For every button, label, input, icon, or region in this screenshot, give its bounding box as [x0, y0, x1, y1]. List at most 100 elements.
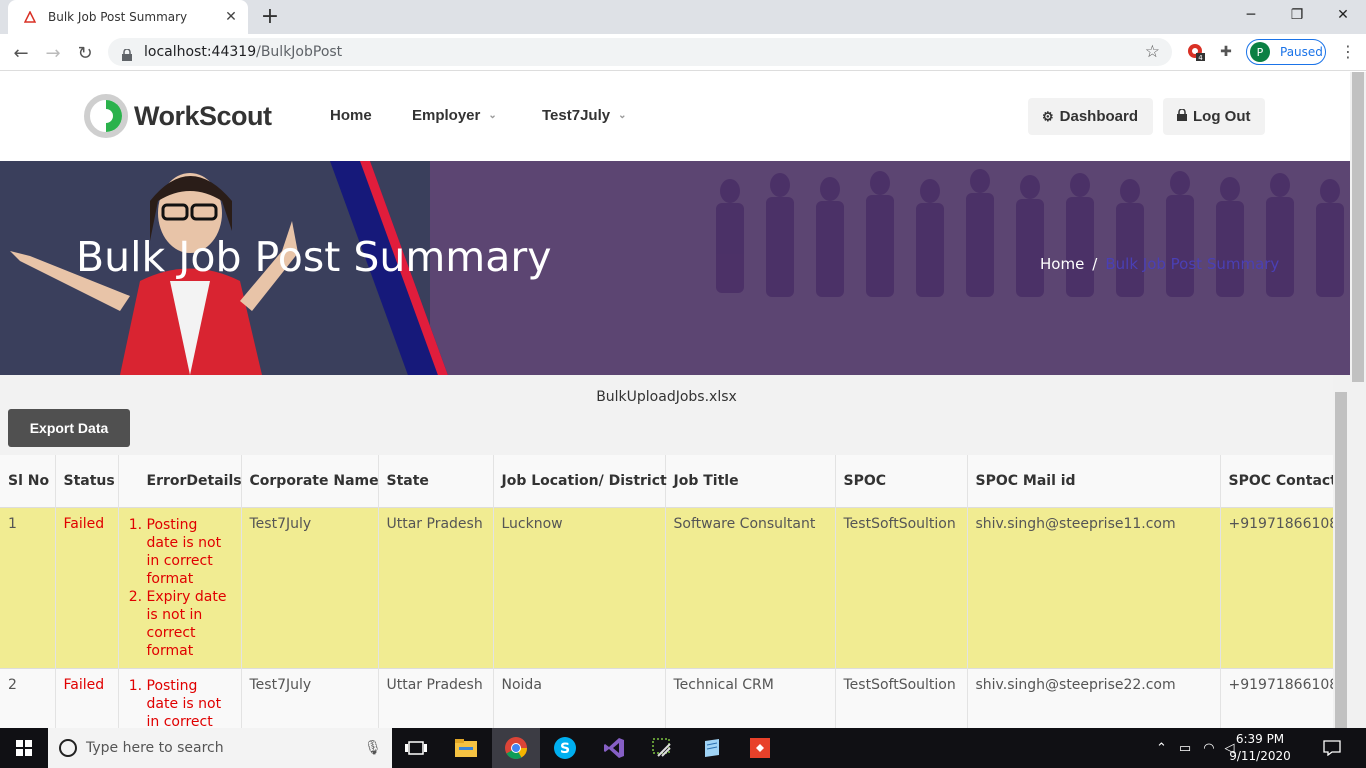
- table-scrollbar[interactable]: [1333, 375, 1350, 728]
- clock-date: 9/11/2020: [1229, 749, 1291, 763]
- address-bar[interactable]: localhost:44319/BulkJobPost ☆: [108, 38, 1172, 66]
- export-data-button[interactable]: Export Data: [8, 409, 130, 447]
- system-tray: ⌃ ▭ ◠ ◁: [1156, 728, 1235, 768]
- breadcrumb-home[interactable]: Home: [1040, 255, 1084, 273]
- git-icon[interactable]: [736, 728, 784, 768]
- bookmark-star-icon[interactable]: ☆: [1145, 42, 1160, 62]
- col-job-location[interactable]: Job Location/ District: [493, 455, 667, 507]
- forward-button[interactable]: →: [40, 40, 66, 66]
- search-placeholder: Type here to search: [86, 740, 224, 756]
- cell-sl: 1: [0, 506, 56, 668]
- cell-corporate: Test7July: [241, 667, 379, 728]
- logo-text: WorkScout: [134, 100, 272, 131]
- start-button[interactable]: [0, 728, 48, 768]
- summary-content: BulkUploadJobs.xlsx Export Data Sl No St…: [0, 375, 1350, 728]
- site-logo[interactable]: WorkScout: [84, 94, 272, 138]
- battery-icon[interactable]: ▭: [1179, 741, 1191, 756]
- lock-icon: [122, 46, 132, 61]
- browser-tab-strip: Bulk Job Post Summary ✕ + ─ ❐ ✕: [0, 0, 1366, 34]
- logout-button[interactable]: Log Out: [1163, 98, 1265, 135]
- col-job-title[interactable]: Job Title: [665, 455, 836, 507]
- cell-location: Noida: [493, 667, 666, 728]
- browser-tab[interactable]: Bulk Job Post Summary ✕: [8, 0, 248, 34]
- task-view-icon[interactable]: [392, 728, 440, 768]
- page-banner: Bulk Job Post Summary Home / Bulk Job Post…: [0, 161, 1350, 375]
- lock-icon: [1177, 108, 1187, 124]
- reload-button[interactable]: ↻: [72, 40, 98, 66]
- status-badge: Failed: [55, 667, 119, 728]
- search-icon: [59, 739, 77, 757]
- chevron-up-icon[interactable]: ⌃: [1156, 741, 1167, 756]
- close-window-button[interactable]: ✕: [1320, 0, 1366, 30]
- cell-job-title: Technical CRM: [665, 667, 836, 728]
- notepad-icon[interactable]: [688, 728, 736, 768]
- puzzle-extensions-icon[interactable]: ✚: [1216, 42, 1236, 62]
- error-list: Posting date is not in correct format Ex…: [127, 516, 233, 660]
- notification-icon[interactable]: [1310, 728, 1354, 768]
- nav-test7july[interactable]: Test7July ⌄: [542, 107, 626, 124]
- snipping-tool-icon[interactable]: [638, 728, 686, 768]
- cell-spoc: TestSoftSoultion: [835, 667, 968, 728]
- breadcrumb: Home / Bulk Job Post Summary: [1040, 255, 1280, 273]
- col-status[interactable]: Status: [55, 455, 119, 507]
- menu-dots-icon[interactable]: ⋮: [1340, 42, 1356, 61]
- close-tab-icon[interactable]: ✕: [222, 9, 240, 25]
- profile-status: Paused: [1280, 45, 1323, 59]
- col-spoc[interactable]: SPOC: [835, 455, 968, 507]
- extension-icon[interactable]: 4: [1186, 42, 1206, 62]
- visual-studio-icon[interactable]: [590, 728, 638, 768]
- uploaded-filename: BulkUploadJobs.xlsx: [596, 389, 737, 405]
- error-item: Posting date is not in correct format: [147, 516, 233, 588]
- url-text: localhost:44319/BulkJobPost: [144, 44, 343, 60]
- site-header: WorkScout Home Employer ⌄ Test7July ⌄ ⚙ Das…: [0, 72, 1350, 161]
- breadcrumb-current: Bulk Job Post Summary: [1105, 255, 1280, 273]
- cell-spoc-contact: +919718661083: [1220, 667, 1333, 728]
- col-spoc-contact[interactable]: SPOC Contact: [1220, 455, 1333, 507]
- browser-toolbar: ← → ↻ localhost:44319/BulkJobPost ☆ 4 ✚ …: [0, 34, 1366, 71]
- nav-home[interactable]: Home: [330, 107, 372, 124]
- error-list: Posting date is not in correct format: [127, 677, 233, 729]
- website: WorkScout Home Employer ⌄ Test7July ⌄ ⚙ Das…: [0, 72, 1350, 728]
- status-badge: Failed: [55, 506, 119, 668]
- file-explorer-icon[interactable]: [442, 728, 490, 768]
- summary-table-wrapper: Sl No Status ErrorDetails Corporate Name…: [0, 455, 1333, 728]
- cell-errors: Posting date is not in correct format Ex…: [118, 506, 242, 668]
- minimize-button[interactable]: ─: [1228, 0, 1274, 30]
- col-state[interactable]: State: [378, 455, 494, 507]
- tab-title: Bulk Job Post Summary: [48, 10, 188, 24]
- new-tab-button[interactable]: +: [258, 4, 282, 29]
- page-title: Bulk Job Post Summary: [76, 233, 552, 281]
- table-row: 2 Failed Posting date is not in correct …: [0, 667, 1333, 729]
- cell-sl: 2: [0, 667, 56, 728]
- error-item: Posting date is not in correct format: [147, 677, 233, 729]
- taskbar-clock[interactable]: 6:39 PM 9/11/2020: [1224, 731, 1296, 765]
- page-scrollbar[interactable]: [1350, 72, 1366, 728]
- microphone-icon[interactable]: 🎙: [364, 740, 382, 756]
- chevron-down-icon: ⌄: [488, 110, 497, 121]
- chrome-icon[interactable]: [492, 728, 540, 768]
- restore-button[interactable]: ❐: [1274, 0, 1320, 30]
- col-sl-no[interactable]: Sl No: [0, 455, 56, 507]
- cell-spoc-mail: shiv.singh@steeprise11.com: [967, 506, 1221, 668]
- cell-spoc-contact: +919718661083: [1220, 506, 1333, 668]
- svg-text:4: 4: [1198, 54, 1203, 61]
- col-corporate-name[interactable]: Corporate Name: [241, 455, 379, 507]
- profile-button[interactable]: P Paused: [1246, 39, 1326, 65]
- windows-icon: [16, 740, 32, 756]
- warning-icon: [22, 9, 38, 25]
- taskbar-search[interactable]: Type here to search 🎙: [48, 728, 392, 768]
- gear-icon: ⚙: [1042, 108, 1054, 124]
- nav-employer[interactable]: Employer ⌄: [412, 107, 497, 124]
- cell-spoc: TestSoftSoultion: [835, 506, 968, 668]
- clock-time: 6:39 PM: [1235, 732, 1285, 746]
- back-button[interactable]: ←: [8, 40, 34, 66]
- wifi-icon[interactable]: ◠: [1203, 741, 1214, 756]
- dashboard-button[interactable]: ⚙ Dashboard: [1028, 98, 1153, 135]
- col-spoc-mail[interactable]: SPOC Mail id: [967, 455, 1221, 507]
- skype-icon[interactable]: S: [541, 728, 589, 768]
- svg-text:S: S: [560, 741, 570, 757]
- summary-table: Sl No Status ErrorDetails Corporate Name…: [0, 455, 1333, 728]
- avatar: P: [1250, 42, 1270, 62]
- col-error-details[interactable]: ErrorDetails: [118, 455, 242, 507]
- cell-corporate: Test7July: [241, 506, 379, 668]
